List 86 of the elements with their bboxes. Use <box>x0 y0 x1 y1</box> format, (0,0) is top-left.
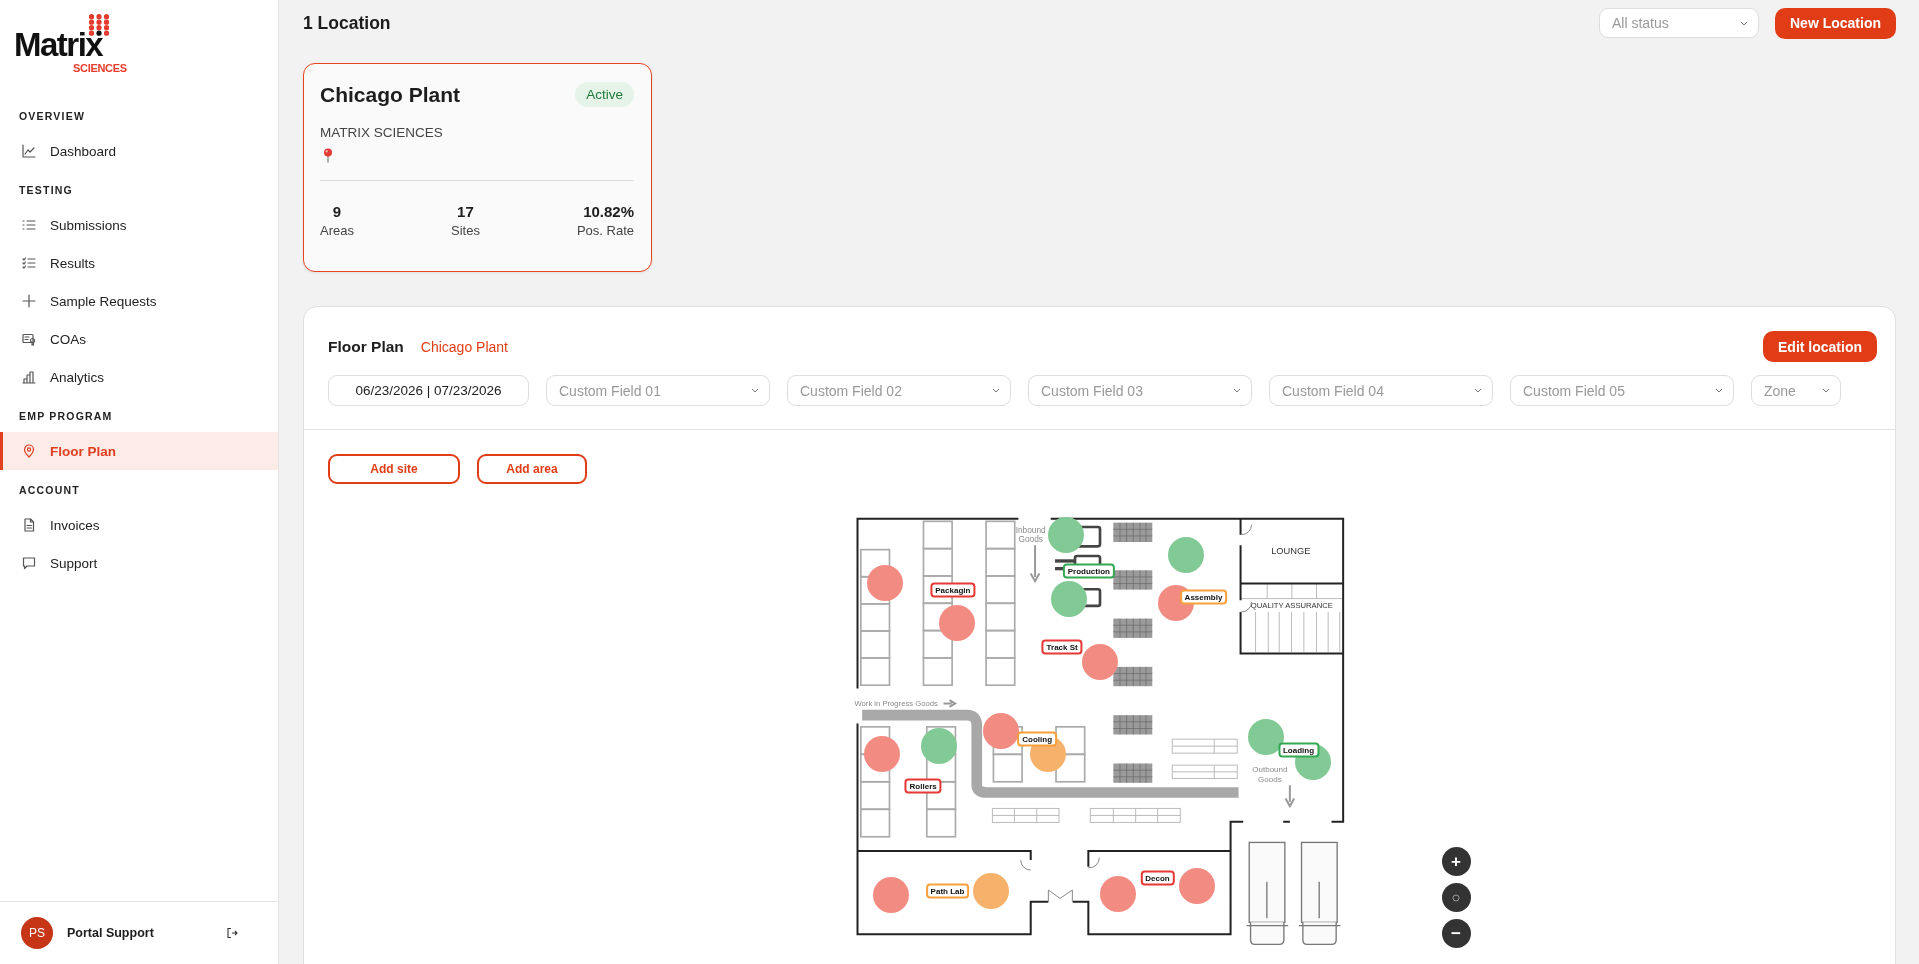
stat-label: Areas <box>320 223 354 238</box>
nav-item[interactable]: Analytics <box>0 358 278 396</box>
user-name: Portal Support <box>67 926 155 940</box>
site-marker[interactable] <box>872 877 909 914</box>
room-label: Inbound Goods <box>1015 524 1046 544</box>
site-marker[interactable] <box>1178 868 1215 905</box>
site-marker[interactable] <box>939 605 976 641</box>
stat-label: Sites <box>451 223 480 238</box>
date-range-field[interactable]: 06/23/2026 | 07/23/2026 <box>328 375 529 406</box>
company-name: MATRIX SCIENCES <box>320 125 444 140</box>
caret-icon <box>751 388 759 393</box>
site-marker[interactable] <box>1168 537 1205 574</box>
plus-icon <box>22 294 36 308</box>
list-icon <box>22 218 36 232</box>
site-marker[interactable] <box>1247 719 1284 755</box>
area-label[interactable]: Decon <box>1140 870 1175 886</box>
chart-icon <box>22 144 36 158</box>
user-avatar[interactable]: PS <box>21 917 53 949</box>
nav-item[interactable]: Results <box>0 244 278 282</box>
new-location-button[interactable]: New Location <box>1775 7 1896 39</box>
area-label[interactable]: Production <box>1062 563 1115 579</box>
area-label[interactable]: Assembly <box>1179 589 1228 605</box>
stat-value: 17 <box>457 203 474 220</box>
site-marker[interactable] <box>1082 643 1119 680</box>
nav-item[interactable]: Floor Plan <box>0 432 278 470</box>
location-name: Chicago Plant <box>320 82 461 107</box>
caret-icon <box>1715 388 1723 393</box>
reset-zoom-button[interactable] <box>1441 883 1471 912</box>
map-pin-icon <box>323 148 333 163</box>
nav-item[interactable]: COAs <box>0 320 278 358</box>
zoom-in-button[interactable]: + <box>1441 847 1471 876</box>
logo-tagline: SCIENCES <box>73 62 127 74</box>
area-label[interactable]: Path Lab <box>925 883 970 899</box>
location-card[interactable]: Chicago Plant Active MATRIX SCIENCES 9 Areas 17 Sites 10.82% Pos. Rate <box>303 63 652 272</box>
flow-arrow <box>1284 784 1295 809</box>
area-label[interactable]: Cooling <box>1017 731 1058 747</box>
nav-item[interactable]: Invoices <box>0 506 278 544</box>
location-subtitle: Chicago Plant <box>420 338 508 355</box>
edit-location-button[interactable]: Edit location <box>1763 331 1877 362</box>
certificate-icon <box>22 332 36 346</box>
site-marker[interactable] <box>866 564 903 601</box>
caret-icon <box>1233 388 1241 393</box>
site-marker[interactable] <box>973 873 1010 910</box>
nav-item[interactable]: Submissions <box>0 206 278 244</box>
room-label: Outbound Goods <box>1251 765 1287 784</box>
nav-section-title: TESTING <box>18 183 74 198</box>
document-icon <box>22 518 36 532</box>
add-area-button[interactable]: Add area <box>477 454 587 484</box>
caret-icon <box>1474 388 1482 393</box>
status-badge: Active <box>575 82 634 107</box>
area-label[interactable]: Track St <box>1041 639 1083 655</box>
caret-icon <box>1740 20 1748 26</box>
stat-value: 10.82% <box>583 203 634 220</box>
site-marker[interactable] <box>1048 517 1085 554</box>
caret-icon <box>992 388 1000 393</box>
checklist-icon <box>22 256 36 270</box>
nav-item[interactable]: Sample Requests <box>0 282 278 320</box>
flow-arrow <box>941 699 957 708</box>
site-marker[interactable] <box>863 735 900 772</box>
nav-item[interactable]: Dashboard <box>0 132 278 170</box>
page-title: 1 Location <box>303 12 391 34</box>
nav-section-title: ACCOUNT <box>18 483 81 498</box>
chat-icon <box>22 556 36 570</box>
nav-section-title: EMP PROGRAM <box>18 409 114 424</box>
area-label[interactable]: Loading <box>1277 742 1320 758</box>
nav-section-title: OVERVIEW <box>18 109 86 124</box>
pin-icon <box>22 444 36 458</box>
logout-icon[interactable] <box>226 927 238 939</box>
site-marker[interactable] <box>1100 875 1137 912</box>
stat-value: 9 <box>332 203 342 220</box>
zoom-out-button[interactable]: − <box>1441 919 1471 948</box>
bars-icon <box>22 370 36 384</box>
stat-label: Pos. Rate <box>576 223 634 238</box>
site-marker[interactable] <box>920 728 957 765</box>
area-label[interactable]: Rollers <box>904 778 942 794</box>
room-label: LOUNGE <box>1270 545 1311 556</box>
section-title: Floor Plan <box>328 337 404 356</box>
caret-icon <box>1822 388 1830 393</box>
logo-wordmark: Matrix <box>14 28 103 61</box>
circle-icon <box>1452 893 1460 902</box>
add-site-button[interactable]: Add site <box>328 454 460 484</box>
site-marker[interactable] <box>1050 581 1087 618</box>
area-label[interactable]: Packagin <box>930 582 976 598</box>
flow-arrow <box>1029 544 1040 584</box>
site-marker[interactable] <box>983 713 1020 750</box>
nav-item[interactable]: Support <box>0 544 278 582</box>
